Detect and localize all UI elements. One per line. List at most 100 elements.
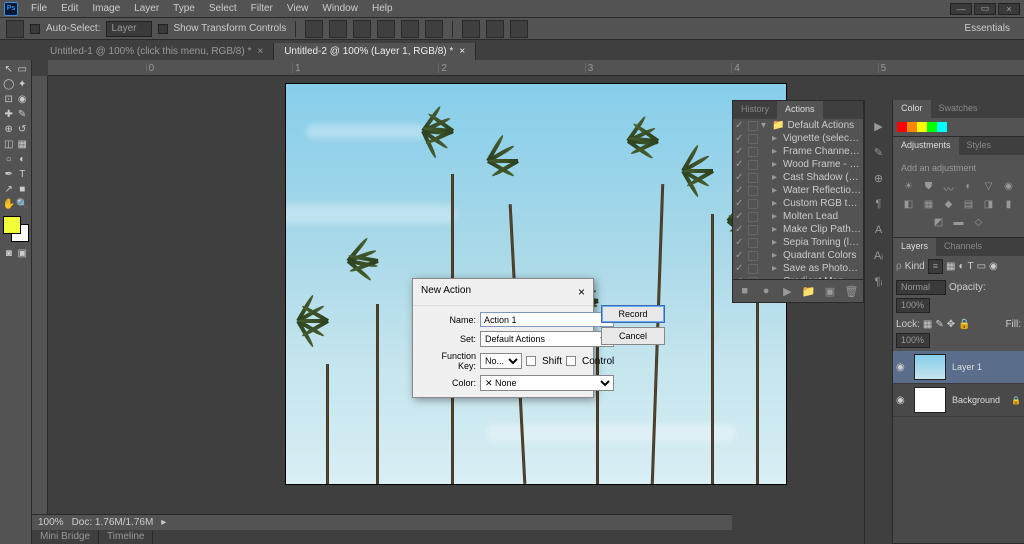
menu-window[interactable]: Window [315,1,365,16]
brush-preset-icon[interactable]: ✎ [870,144,888,160]
opacity-input[interactable]: 100% [896,298,930,313]
action-item[interactable]: ✓▸Vignette (selection) [733,132,863,145]
posterize-icon[interactable]: ▮ [1002,199,1016,211]
screenmode-tool[interactable]: ▣ [16,246,30,261]
name-input[interactable] [480,312,614,327]
character-icon[interactable]: ¶ [870,196,888,212]
eyedropper-tool[interactable]: ◉ [16,92,30,107]
hue-icon[interactable]: ◉ [1002,181,1016,193]
menu-select[interactable]: Select [202,1,244,16]
menu-edit[interactable]: Edit [54,1,85,16]
fill-input[interactable]: 100% [896,333,930,348]
actions-tab[interactable]: Actions [777,101,823,119]
menu-file[interactable]: File [24,1,54,16]
show-transform-checkbox[interactable] [158,24,168,34]
channels-tab[interactable]: Channels [936,238,990,256]
stamp-tool[interactable]: ⊕ [2,122,16,137]
new-action-icon[interactable]: ▣ [821,283,838,299]
shift-checkbox[interactable] [526,356,536,366]
action-folder[interactable]: ✓▾📁Default Actions [733,119,863,132]
stop-icon[interactable]: ■ [736,283,753,299]
levels-icon[interactable]: ⛊ [922,181,936,193]
lock-all-icon[interactable]: 🔒 [958,319,970,330]
workspace-switcher[interactable]: Essentials [956,21,1018,36]
history-tab[interactable]: History [733,101,777,119]
menu-filter[interactable]: Filter [244,1,280,16]
color-tab[interactable]: Color [893,100,931,118]
play-icon[interactable]: ▶ [870,118,888,134]
wand-tool[interactable]: ✦ [16,77,30,92]
layer-row[interactable]: ◉ Background 🔒 [893,384,1024,417]
shape-tool[interactable]: ■ [16,182,30,197]
crop-tool[interactable]: ⊡ [2,92,16,107]
path-tool[interactable]: ↗ [2,182,16,197]
foreground-color[interactable] [3,216,21,234]
action-item[interactable]: ✓▸Make Clip Path (selection) [733,223,863,236]
lock-position-icon[interactable]: ✥ [947,319,955,330]
color-select[interactable]: ✕ None [480,375,614,391]
record-button[interactable]: Record [601,305,665,323]
visibility-icon[interactable]: ◉ [896,395,908,406]
align-icon-4[interactable] [377,20,395,38]
layers-tab[interactable]: Layers [893,238,936,256]
marquee-tool[interactable]: ▭ [16,62,30,77]
layer-thumbnail[interactable] [914,354,946,380]
close-tab-icon[interactable]: × [257,46,263,57]
clone-source-icon[interactable]: ⊕ [870,170,888,186]
character-styles-icon[interactable]: Aᵢ [870,248,888,264]
layer-thumbnail[interactable] [914,387,946,413]
pen-tool[interactable]: ✒ [2,167,16,182]
menu-type[interactable]: Type [166,1,202,16]
layer-name[interactable]: Layer 1 [952,362,982,372]
vibrance-icon[interactable]: ▽ [982,181,996,193]
color-ramp[interactable] [897,122,1020,132]
heal-tool[interactable]: ✚ [2,107,16,122]
align-icon-6[interactable] [425,20,443,38]
swatches-tab[interactable]: Swatches [931,100,986,118]
document-tab[interactable]: Untitled-1 @ 100% (click this menu, RGB/… [40,43,274,60]
brightness-icon[interactable]: ☀ [902,181,916,193]
auto-select-target[interactable]: Layer [106,21,151,37]
control-checkbox[interactable] [566,356,576,366]
layer-row[interactable]: ◉ Layer 1 [893,351,1024,384]
hand-tool[interactable]: ✋ [2,197,16,212]
threshold-icon[interactable]: ◩ [932,217,946,229]
zoom-level[interactable]: 100% [38,517,64,528]
align-icon-1[interactable] [305,20,323,38]
gradient-tool[interactable]: ▦ [16,137,30,152]
maximize-button[interactable]: ▭ [974,3,996,15]
brush-tool[interactable]: ✎ [16,107,30,122]
dialog-close-icon[interactable]: × [578,285,585,299]
minimize-button[interactable]: — [950,3,972,15]
chevron-right-icon[interactable]: ▸ [161,517,166,528]
distribute-icon-1[interactable] [462,20,480,38]
action-item[interactable]: ✓▸Sepia Toning (layer) [733,236,863,249]
action-item[interactable]: ✓▸Cast Shadow (type) [733,171,863,184]
filter-icon[interactable]: ◉ [989,261,998,272]
filter-icon[interactable]: T [967,261,973,272]
menu-image[interactable]: Image [85,1,127,16]
close-tab-icon[interactable]: × [459,46,465,57]
visibility-icon[interactable]: ◉ [896,362,908,373]
paragraph-styles-icon[interactable]: ¶ᵢ [870,274,888,290]
timeline-tab[interactable]: Timeline [99,530,153,544]
lock-pixels-icon[interactable]: ✎ [935,319,943,330]
color-lookup-icon[interactable]: ▤ [962,199,976,211]
doc-size[interactable]: Doc: 1.76M/1.76M [72,517,154,528]
bw-icon[interactable]: ◧ [902,199,916,211]
quickmask-tool[interactable]: ◙ [2,246,16,261]
action-item[interactable]: ✓▸Water Reflection (type) [733,184,863,197]
blend-mode[interactable]: Normal [896,280,946,295]
trash-icon[interactable]: 🗑 [843,283,860,299]
set-select[interactable]: Default Actions [480,331,614,347]
action-item[interactable]: ✓▸Frame Channel - 50 pixel [733,145,863,158]
filter-icon[interactable]: ▭ [977,261,986,272]
ruler-horizontal[interactable]: 012345 [48,60,1024,76]
move-tool[interactable]: ↖ [2,62,16,77]
history-brush[interactable]: ↺ [16,122,30,137]
dodge-tool[interactable]: ◐ [16,152,30,167]
action-item[interactable]: ✓▸Custom RGB to Grayscale [733,197,863,210]
adjustments-tab[interactable]: Adjustments [893,137,959,155]
type-tool[interactable]: T [16,167,30,182]
distribute-icon-3[interactable] [510,20,528,38]
